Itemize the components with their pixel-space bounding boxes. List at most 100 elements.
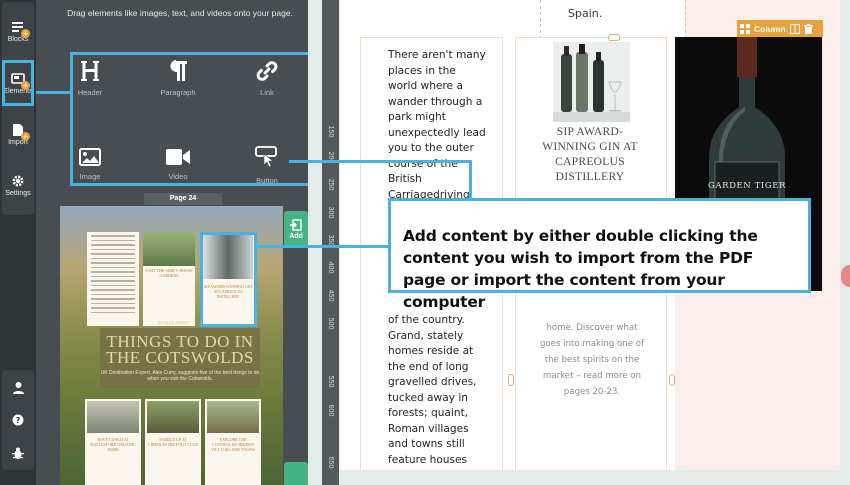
thumb-garden-column[interactable]: VISIT THE ABBEY HOUSE GARDENS [143,232,195,326]
bug-icon [12,447,24,459]
trash-icon[interactable] [803,23,813,34]
header-icon [81,61,99,81]
connector-line [469,160,472,200]
paragraph-element[interactable]: Paragraph [148,60,208,97]
thumb-lunch-column[interactable]: HAVE LUNCH AT DAYLESFORD ORGANIC FARM [85,399,141,485]
help-button[interactable]: ? [2,403,34,437]
resize-handle-right[interactable] [669,374,675,386]
add-button-label: Add [289,233,303,240]
instruction-callout-text: Add content by either double clicking th… [403,227,758,311]
button-element-label: Button [256,176,278,185]
add-to-page-button[interactable]: Add [284,211,308,248]
left-rail: + Blocks + Elements + Import Settings ? [0,0,36,485]
svg-text:?: ? [16,416,21,425]
video-element-label: Video [168,172,188,181]
paragraph-element-label: Paragraph [160,88,196,97]
add-import-icon [290,219,302,231]
column-1-body-text-continued[interactable]: of the country. Grand, stately homes res… [388,313,488,470]
thumb-caption-lunch: HAVE LUNCH AT DAYLESFORD ORGANIC FARM [90,437,136,452]
column-1-body-text[interactable]: There aren't many places in the world wh… [388,48,488,219]
connector-line [255,245,390,248]
rail-blocks-button[interactable]: + Blocks [2,8,34,54]
thumb-caption-garden: VISIT THE ABBEY HOUSE GARDENS [145,268,193,278]
rail-import-button[interactable]: + Import [2,111,34,157]
ruler-tick: 250 [327,178,334,191]
thumb-text-column[interactable] [87,232,139,326]
gear-icon [11,174,25,188]
plus-badge-icon: + [21,80,30,90]
video-element[interactable]: Video [148,148,208,181]
blocks-icon: + [11,20,30,38]
column-toolbar[interactable]: Column [737,20,823,37]
resize-handle-left[interactable] [508,374,514,386]
elements-icon: + [11,72,30,90]
ruler-tick: 650 [327,456,334,469]
thumb-villages-photo [207,401,259,433]
help-icon: ? [12,414,24,426]
ruler-tick: 300 [327,206,334,219]
thumb-title: THINGS TO DO IN THE COTSWOLDS [106,332,254,367]
rail-elements-button[interactable]: + Elements [2,60,34,106]
import-icon: + [11,123,30,141]
thumb-subtitle: UK Destination Expert, Alex Curry, sugge… [100,370,260,382]
add-to-page-button-secondary[interactable] [284,462,308,485]
editor-window: + Blocks + Elements + Import Settings ? … [0,0,850,485]
gin-caption[interactable]: SIP AWARD-WINNING GIN AT CAPREOLUS DISTI… [530,125,650,185]
ruler-tick: 600 [327,404,334,417]
thumb-polo-column[interactable]: SADDLE UP AT CIRENCESTER POLO CLUB [145,399,201,485]
account-button[interactable] [2,370,34,404]
thumb-caption-polo: SADDLE UP AT CIRENCESTER POLO CLUB [147,437,198,447]
pink-background-bottom [675,291,840,470]
thumb-garden-photo [143,232,195,266]
plus-badge-icon: + [21,28,30,38]
column-toolbar-label: Column [754,23,786,34]
rail-top-group: + Blocks + Elements + Import Settings [2,2,34,215]
button-element[interactable]: Button [237,146,297,185]
user-icon [12,381,24,394]
rail-settings-button[interactable]: Settings [2,162,34,208]
resize-handle-top[interactable] [608,34,620,41]
column-layout-icon[interactable] [789,23,800,34]
connector-line [289,160,471,163]
thumb-caption-villages: EXPLORE THE COTSWOLDS' HIDDEN VILLAGES A… [210,437,256,452]
column-guide [540,0,541,37]
ruler-tick: 450 [327,289,334,302]
ruler-tick: 200 [327,151,334,164]
pink-background-right [822,37,840,470]
thumb-villages-column[interactable]: EXPLORE THE COTSWOLDS' HIDDEN VILLAGES A… [205,399,261,485]
rail-bottom-group: ? [2,370,34,470]
link-element-label: Link [260,88,274,97]
video-icon [166,149,190,165]
panel-hint-text: Drag elements like images, text, and vid… [67,8,293,18]
ruler-tick: 500 [327,317,334,330]
instruction-callout: Add content by either double clicking th… [388,198,811,311]
side-tab-marker[interactable] [841,265,850,287]
ruler-tick: 400 [327,261,334,274]
column-2-body-text[interactable]: home. Discover what goes into making one… [535,320,649,400]
thumb-byline: BY ALEX CURRY [158,320,190,325]
vertical-ruler: 150 200 250 300 350 400 450 500 550 600 … [322,0,339,485]
image-element[interactable]: Image [60,148,120,181]
page-number-tag: Page 24 [144,193,222,205]
header-element-label: Header [77,88,103,97]
bug-report-button[interactable] [2,436,34,470]
rail-settings-label: Settings [5,189,31,197]
ruler-tick: 150 [327,125,334,138]
ruler-tick: 550 [327,375,334,388]
thumbnail-selection-highlight [200,232,257,327]
plus-badge-icon: + [21,131,30,141]
thumb-title-banner: THINGS TO DO IN THE COTSWOLDS UK Destina… [100,328,260,388]
link-icon [256,61,278,81]
gin-bottles-photo[interactable] [553,42,630,122]
bottle-label-text: GARDEN TIGER [708,181,786,191]
paragraph-icon [170,60,187,81]
button-icon [255,146,277,168]
image-element-label: Image [79,172,101,181]
image-icon [79,148,101,166]
column-guide [685,0,686,37]
thumb-lunch-photo [87,401,139,433]
link-element[interactable]: Link [237,60,297,97]
thumb-polo-photo [147,401,199,433]
connector-line [36,91,72,94]
top-text-fragment: Spain. [568,7,603,20]
